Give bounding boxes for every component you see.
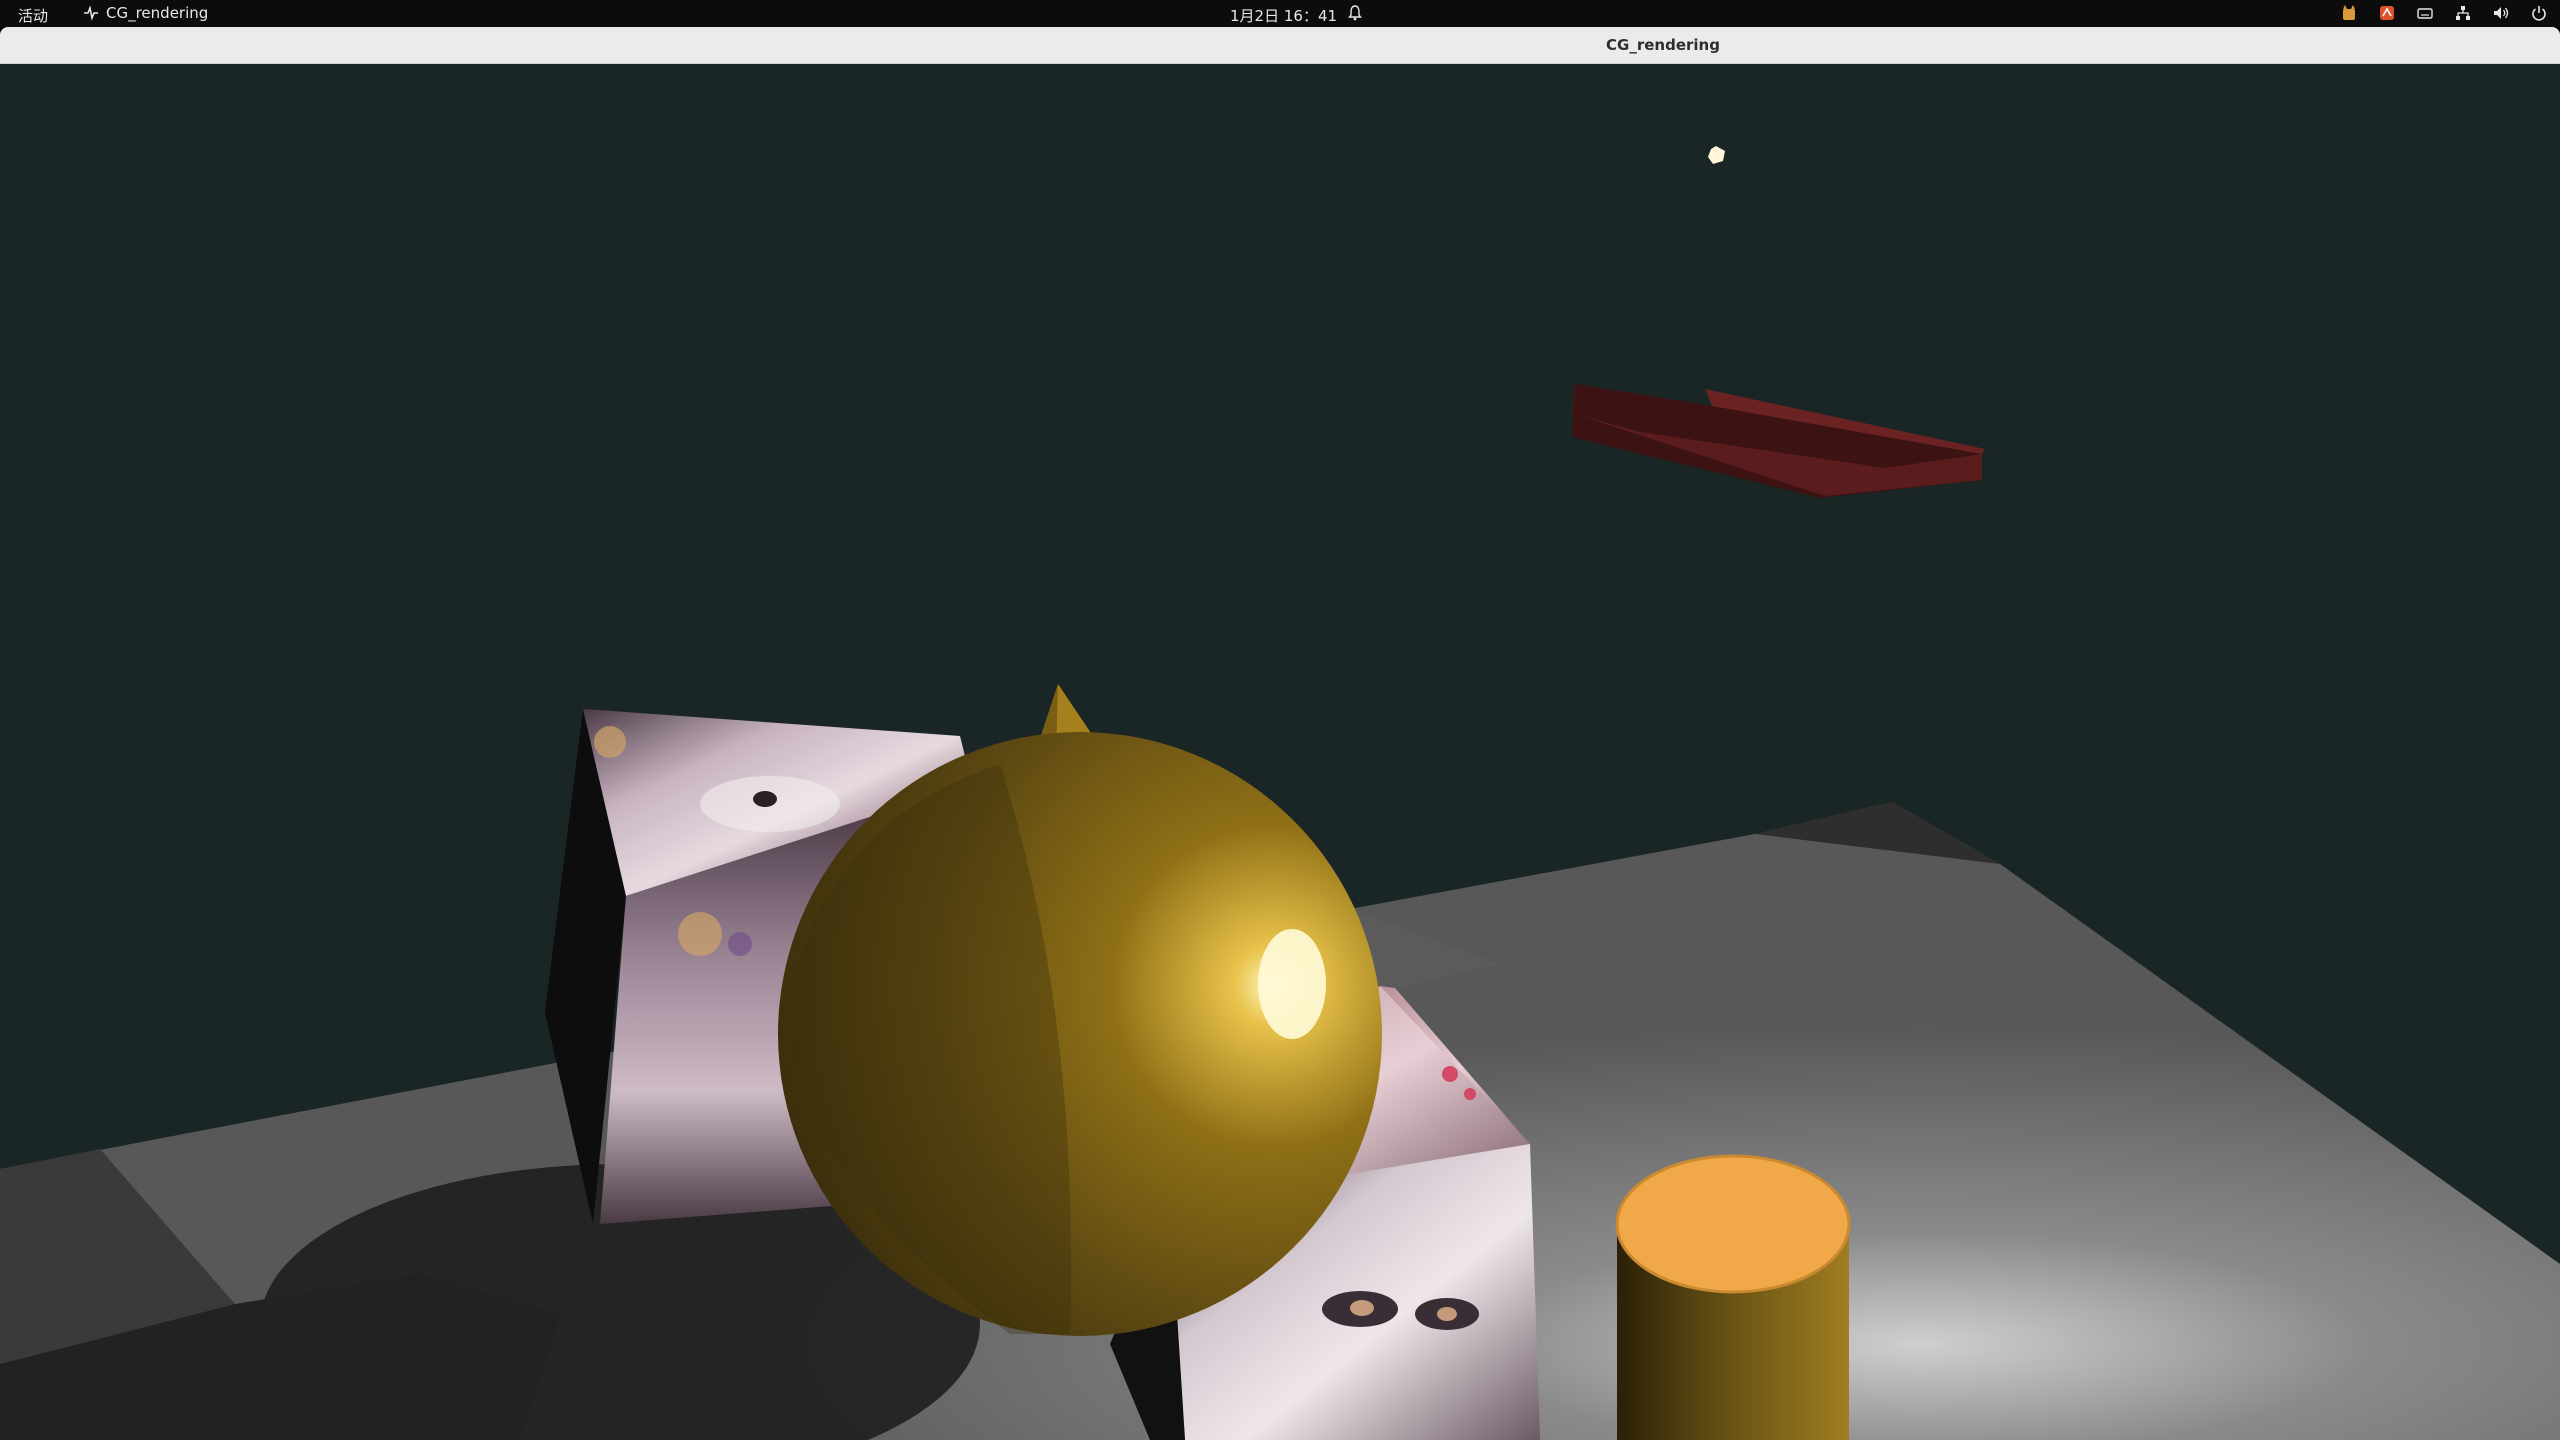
scene-canvas[interactable] [0, 64, 2560, 1440]
window-title-bar[interactable]: CG_rendering [0, 27, 2560, 64]
clock[interactable]: 1月2日 16：41 [1230, 5, 1337, 26]
orange-cylinder [1615, 1154, 1851, 1440]
activities-button[interactable]: 活动 [18, 5, 48, 26]
app-indicator-icon [84, 5, 98, 21]
volume-icon[interactable] [2492, 4, 2510, 22]
top-bar: 活动 CG_rendering 1月2日 16：41 [0, 0, 2560, 27]
system-tray[interactable] [2340, 4, 2548, 22]
network-icon[interactable] [2454, 4, 2472, 22]
app-menu[interactable]: CG_rendering [82, 4, 208, 22]
alarm-icon[interactable] [1348, 5, 1362, 21]
render-viewport[interactable] [0, 64, 2560, 1440]
window-title: CG_rendering [1606, 36, 1720, 54]
app-menu-label: CG_rendering [106, 4, 209, 22]
point-light [1708, 146, 1725, 164]
red-tray [1572, 384, 1985, 498]
cat-app-icon[interactable] [2340, 4, 2358, 22]
power-icon[interactable] [2530, 4, 2548, 22]
gold-sphere [778, 732, 1382, 1336]
red-app-icon[interactable] [2378, 4, 2396, 22]
keyboard-icon[interactable] [2416, 4, 2434, 22]
